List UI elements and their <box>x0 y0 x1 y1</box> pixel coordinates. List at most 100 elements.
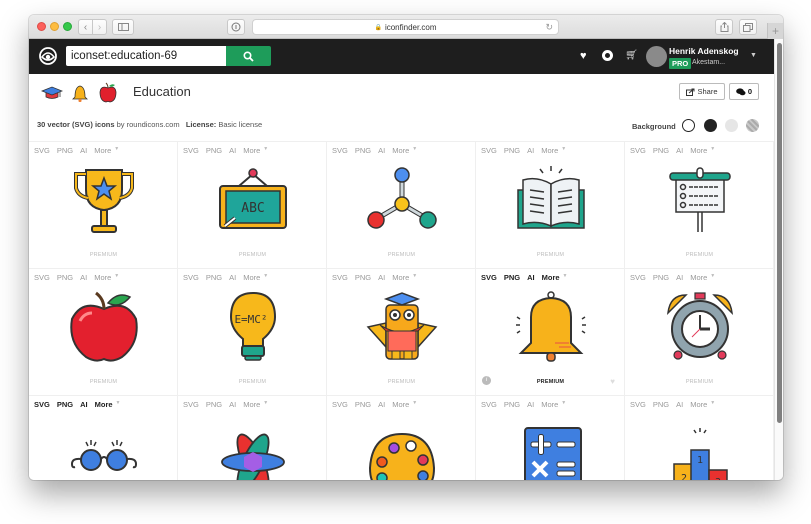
more-link[interactable]: More <box>243 400 260 409</box>
ai-link[interactable]: AI <box>527 146 534 155</box>
png-link[interactable]: PNG <box>355 273 371 282</box>
more-link[interactable]: More <box>690 400 707 409</box>
png-link[interactable]: PNG <box>504 400 520 409</box>
more-link[interactable]: More <box>690 146 707 155</box>
png-link[interactable]: PNG <box>653 400 669 409</box>
ai-link[interactable]: AI <box>229 400 236 409</box>
icon-card[interactable]: SVG PNG AI More ▼ E=MC² PREMIUM <box>178 269 327 396</box>
more-link[interactable]: More <box>94 273 111 282</box>
zoom-window-button[interactable] <box>63 22 72 31</box>
minimize-window-button[interactable] <box>50 22 59 31</box>
png-link[interactable]: PNG <box>504 146 520 155</box>
address-bar[interactable]: 🔒 iconfinder.com ↻ <box>252 19 559 35</box>
png-link[interactable]: PNG <box>355 400 371 409</box>
back-button[interactable]: ‹ <box>78 19 93 35</box>
favorite-heart-icon[interactable]: ♥ <box>610 377 615 386</box>
close-window-button[interactable] <box>37 22 46 31</box>
svg-link[interactable]: SVG <box>630 400 646 409</box>
more-link[interactable]: More <box>690 273 707 282</box>
svg-link[interactable]: SVG <box>481 400 497 409</box>
svg-link[interactable]: SVG <box>332 400 348 409</box>
ai-link[interactable]: AI <box>378 400 385 409</box>
reload-icon[interactable]: ↻ <box>545 22 553 33</box>
ai-link[interactable]: AI <box>378 273 385 282</box>
icon-card[interactable]: SVG PNG AI More ▼ PREMIUM <box>327 142 476 269</box>
more-link[interactable]: More <box>541 400 558 409</box>
comments-button[interactable]: 0 <box>729 83 759 100</box>
background-transparent-swatch[interactable] <box>746 119 759 132</box>
background-white-swatch[interactable] <box>682 119 695 132</box>
png-link[interactable]: PNG <box>355 146 371 155</box>
forward-button[interactable]: › <box>92 19 107 35</box>
icon-card[interactable]: SVG PNG AI More ▼ <box>327 396 476 480</box>
icon-card[interactable]: SVG PNG AI More ▼ ABC PREMIUM <box>178 142 327 269</box>
ai-link[interactable]: AI <box>676 400 683 409</box>
cart-icon[interactable]: 🛒︎ <box>625 49 638 63</box>
scrollbar-thumb[interactable] <box>777 43 782 423</box>
ai-link[interactable]: AI <box>676 146 683 155</box>
svg-link[interactable]: SVG <box>183 146 199 155</box>
more-link[interactable]: More <box>541 146 558 155</box>
icon-card[interactable]: SVG PNG AI More ▼ PREMIUM <box>29 269 178 396</box>
more-link[interactable]: More <box>392 146 409 155</box>
background-light-swatch[interactable] <box>725 119 738 132</box>
svg-link[interactable]: SVG <box>332 146 348 155</box>
ai-link[interactable]: AI <box>527 273 535 282</box>
png-link[interactable]: PNG <box>504 273 520 282</box>
privacy-report-button[interactable] <box>227 19 245 35</box>
png-link[interactable]: PNG <box>653 273 669 282</box>
license-value[interactable]: Basic license <box>218 120 262 129</box>
browser-share-button[interactable] <box>715 19 733 35</box>
png-link[interactable]: PNG <box>57 400 73 409</box>
png-link[interactable]: PNG <box>206 146 222 155</box>
favorites-heart-icon[interactable]: ♥ <box>580 49 587 63</box>
user-menu-chevron-down-icon[interactable]: ▼ <box>750 52 757 59</box>
icon-card[interactable]: SVG PNG AI More ▼ PREMIUM <box>29 142 178 269</box>
svg-link[interactable]: SVG <box>630 273 646 282</box>
icon-card-hovered[interactable]: SVG PNG AI More ▼ <box>29 396 178 480</box>
svg-link[interactable]: SVG <box>183 400 199 409</box>
share-button[interactable]: Share <box>679 83 725 100</box>
ai-link[interactable]: AI <box>676 273 683 282</box>
icon-card[interactable]: SVG PNG AI More ▼ <box>476 396 625 480</box>
ai-link[interactable]: AI <box>229 146 236 155</box>
icon-card[interactable]: SVG PNG AI More ▼ PREMIUM <box>327 269 476 396</box>
svg-link[interactable]: SVG <box>481 273 497 282</box>
png-link[interactable]: PNG <box>57 273 73 282</box>
search-input[interactable] <box>66 46 226 66</box>
more-link[interactable]: More <box>392 400 409 409</box>
icon-card-hovered[interactable]: SVG PNG AI More ▼ i PREMIUM ♥ <box>476 269 625 396</box>
search-button[interactable] <box>226 46 271 66</box>
ai-link[interactable]: AI <box>527 400 534 409</box>
author-link[interactable]: by roundicons.com <box>117 120 180 129</box>
iconfinder-logo-icon[interactable] <box>38 46 58 66</box>
svg-link[interactable]: SVG <box>34 273 50 282</box>
svg-link[interactable]: SVG <box>34 146 50 155</box>
support-lifebuoy-icon[interactable] <box>602 50 613 61</box>
more-link[interactable]: More <box>392 273 409 282</box>
ai-link[interactable]: AI <box>378 146 385 155</box>
icon-card[interactable]: SVG PNG AI More ▼ PREMIUM <box>625 142 774 269</box>
background-black-swatch[interactable] <box>704 119 717 132</box>
more-link[interactable]: More <box>542 273 560 282</box>
more-link[interactable]: More <box>95 400 113 409</box>
ai-link[interactable]: AI <box>80 273 87 282</box>
more-link[interactable]: More <box>94 146 111 155</box>
ai-link[interactable]: AI <box>229 273 236 282</box>
user-avatar[interactable] <box>646 46 667 67</box>
icon-card[interactable]: SVG PNG AI More ▼ <box>178 396 327 480</box>
new-tab-button[interactable]: + <box>767 23 783 39</box>
more-link[interactable]: More <box>243 273 260 282</box>
png-link[interactable]: PNG <box>653 146 669 155</box>
svg-link[interactable]: SVG <box>34 400 50 409</box>
page-scrollbar[interactable] <box>774 39 783 480</box>
more-link[interactable]: More <box>243 146 260 155</box>
ai-link[interactable]: AI <box>80 400 88 409</box>
ai-link[interactable]: AI <box>80 146 87 155</box>
show-tabs-button[interactable] <box>739 19 757 35</box>
icon-card[interactable]: SVG PNG AI More▼ 2 1 3 <box>625 396 774 480</box>
icon-card[interactable]: SVG PNG AI More ▼ PREMIUM <box>625 269 774 396</box>
png-link[interactable]: PNG <box>206 400 222 409</box>
svg-link[interactable]: SVG <box>332 273 348 282</box>
user-name[interactable]: Henrik Adenskog <box>669 46 739 56</box>
